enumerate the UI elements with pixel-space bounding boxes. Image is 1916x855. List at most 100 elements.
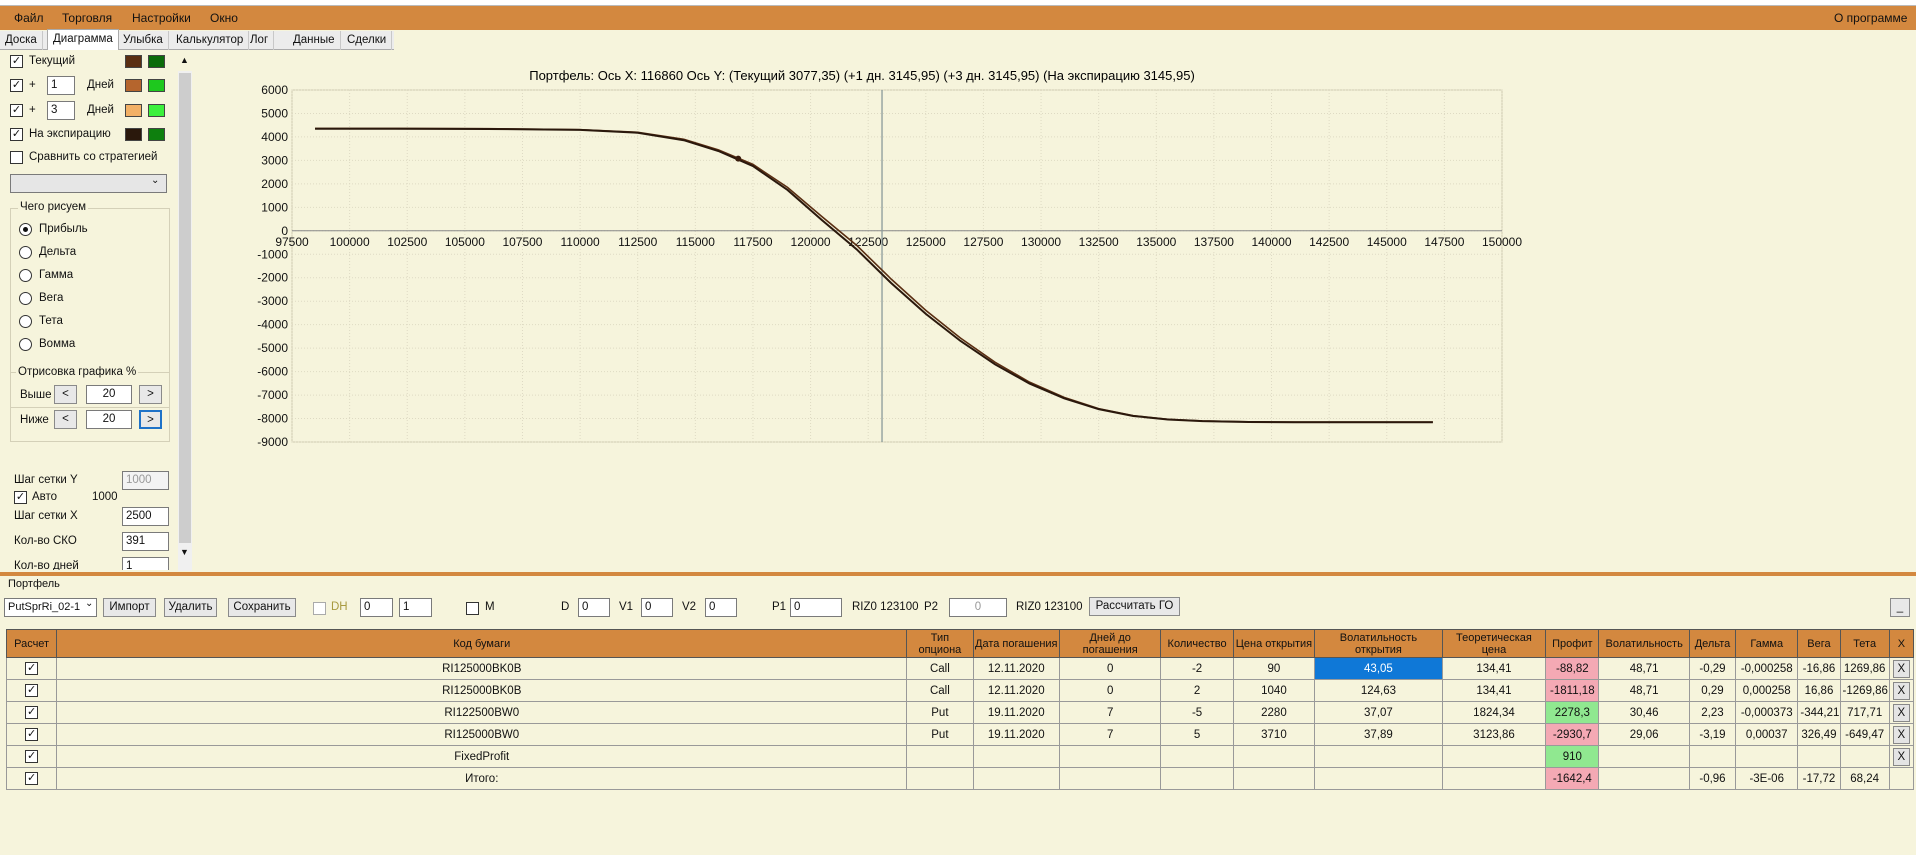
col-type[interactable]: Тип опциона	[906, 629, 974, 658]
row-calc-cell[interactable]: ✓	[5, 745, 58, 768]
menu-trade[interactable]: Торговля	[62, 11, 112, 25]
plus3-checkbox[interactable]: ✓	[10, 104, 23, 117]
col-open-price[interactable]: Цена открытия	[1232, 629, 1316, 658]
above-decrease-button[interactable]: <	[54, 385, 77, 404]
row-calc-checkbox[interactable]: ✓	[25, 772, 39, 785]
tab-log[interactable]: Лог	[245, 31, 275, 50]
below-increase-button[interactable]: >	[139, 410, 162, 429]
col-profit[interactable]: Профит	[1545, 629, 1600, 658]
row-remove-button[interactable]: X	[1892, 725, 1910, 744]
row-calc-cell[interactable]: ✓	[5, 679, 58, 702]
current-checkbox[interactable]: ✓	[10, 55, 23, 68]
tab-calculator[interactable]: Калькулятор	[171, 31, 250, 50]
above-input[interactable]: 20	[86, 385, 132, 404]
below-input[interactable]: 20	[86, 410, 132, 429]
col-days[interactable]: Дней до погашения	[1058, 629, 1162, 658]
days-count-input[interactable]: 1	[122, 557, 169, 570]
col-theo-price[interactable]: Теоретическая цена	[1441, 629, 1547, 658]
p2-input[interactable]: 0	[949, 598, 1007, 617]
table-row[interactable]: ✓ FixedProfit 910 X	[5, 745, 1915, 768]
radio-theta[interactable]	[19, 315, 32, 328]
sko-input[interactable]: 391	[122, 532, 169, 551]
plus1-color-a[interactable]	[125, 79, 142, 92]
row-remove-cell[interactable]	[1888, 767, 1915, 790]
compare-checkbox[interactable]	[10, 151, 23, 164]
calc-go-button[interactable]: Рассчитать ГО	[1089, 597, 1180, 616]
p1-input[interactable]: 0	[790, 598, 842, 617]
profit-chart[interactable]: Портфель: Ось X: 116860 Ось Y: (Текущий …	[192, 50, 1916, 570]
strategy-compare-select[interactable]	[10, 174, 167, 193]
expiry-color-b[interactable]	[148, 128, 165, 141]
strategy-chevron-down-icon[interactable]: ⌄	[85, 598, 93, 609]
row-calc-cell[interactable]: ✓	[5, 767, 58, 790]
col-vega[interactable]: Вега	[1797, 629, 1841, 658]
auto-checkbox[interactable]: ✓	[14, 491, 27, 504]
row-calc-cell[interactable]: ✓	[5, 723, 58, 746]
table-row[interactable]: ✓ Итого: -1642,4 -0,96 -3E-06 -17,72 68,24	[5, 767, 1915, 790]
row-remove-cell[interactable]: X	[1888, 679, 1915, 702]
delete-button[interactable]: Удалить	[164, 598, 217, 617]
grid-y-input[interactable]: 1000	[122, 471, 169, 490]
row-remove-button[interactable]: X	[1892, 659, 1910, 678]
menu-settings[interactable]: Настройки	[132, 11, 191, 25]
expiry-checkbox[interactable]: ✓	[10, 128, 23, 141]
row-calc-cell[interactable]: ✓	[5, 657, 58, 680]
radio-profit[interactable]	[19, 223, 32, 236]
plus1-checkbox[interactable]: ✓	[10, 79, 23, 92]
chart-area[interactable]: Портфель: Ось X: 116860 Ось Y: (Текущий …	[192, 50, 1916, 570]
row-remove-cell[interactable]: X	[1888, 723, 1915, 746]
plus1-color-b[interactable]	[148, 79, 165, 92]
tab-data[interactable]: Данные	[288, 31, 341, 50]
row-remove-button[interactable]: X	[1892, 747, 1910, 766]
radio-vega[interactable]	[19, 292, 32, 305]
menu-window[interactable]: Окно	[210, 11, 238, 25]
menu-about[interactable]: О программе	[1834, 11, 1907, 25]
current-color-a[interactable]	[125, 55, 142, 68]
row-calc-checkbox[interactable]: ✓	[25, 750, 39, 763]
save-button[interactable]: Сохранить	[228, 598, 296, 617]
tab-diagram[interactable]: Диаграмма	[47, 29, 119, 50]
plus3-days-input[interactable]: 3	[47, 101, 75, 120]
grid-x-input[interactable]: 2500	[122, 507, 169, 526]
row-calc-checkbox[interactable]: ✓	[25, 728, 39, 741]
row-remove-button[interactable]: X	[1892, 703, 1910, 722]
plus1-days-input[interactable]: 1	[47, 76, 75, 95]
plus3-color-b[interactable]	[148, 104, 165, 117]
current-color-b[interactable]	[148, 55, 165, 68]
dh-spin-2[interactable]: 1	[399, 598, 432, 617]
strategy-select[interactable]: PutSprRi_02-1	[4, 598, 97, 617]
scroll-down-icon[interactable]: ▼	[180, 547, 189, 557]
table-row[interactable]: ✓ RI125000BW0 Put 19.11.2020 7 5 3710 37,89 3123…	[5, 723, 1915, 746]
tab-deals[interactable]: Сделки	[342, 31, 393, 50]
above-increase-button[interactable]: >	[139, 385, 162, 404]
scrollbar-thumb[interactable]	[179, 73, 191, 543]
col-calc[interactable]: Расчет	[5, 629, 58, 658]
plus3-color-a[interactable]	[125, 104, 142, 117]
scroll-up-icon[interactable]: ▲	[180, 55, 189, 65]
col-theta[interactable]: Тета	[1839, 629, 1890, 658]
settings-scrollbar[interactable]: ▲ ▼	[178, 55, 192, 571]
minimize-button[interactable]: _	[1890, 598, 1910, 617]
row-calc-checkbox[interactable]: ✓	[25, 706, 39, 719]
expiry-color-a[interactable]	[125, 128, 142, 141]
row-calc-checkbox[interactable]: ✓	[25, 662, 39, 675]
col-vol[interactable]: Волатильность	[1598, 629, 1690, 658]
col-code[interactable]: Код бумаги	[56, 629, 908, 658]
row-remove-button[interactable]: X	[1892, 681, 1910, 700]
row-remove-cell[interactable]: X	[1888, 701, 1915, 724]
radio-vomma[interactable]	[19, 338, 32, 351]
import-button[interactable]: Импорт	[103, 598, 156, 617]
menu-file[interactable]: Файл	[14, 11, 44, 25]
dh-spin-1[interactable]: 0	[360, 598, 393, 617]
chevron-down-icon[interactable]: ⌄	[151, 175, 159, 186]
row-calc-cell[interactable]: ✓	[5, 701, 58, 724]
below-decrease-button[interactable]: <	[54, 410, 77, 429]
radio-delta[interactable]	[19, 246, 32, 259]
d-input[interactable]: 0	[578, 598, 610, 617]
table-row[interactable]: ✓ RI125000BK0B Call 12.11.2020 0 2 1040 124,63 1…	[5, 679, 1915, 702]
row-remove-cell[interactable]: X	[1888, 745, 1915, 768]
radio-gamma[interactable]	[19, 269, 32, 282]
m-checkbox[interactable]	[466, 602, 479, 615]
dh-checkbox[interactable]	[313, 602, 326, 615]
col-open-vol[interactable]: Волатильность открытия	[1314, 629, 1443, 658]
